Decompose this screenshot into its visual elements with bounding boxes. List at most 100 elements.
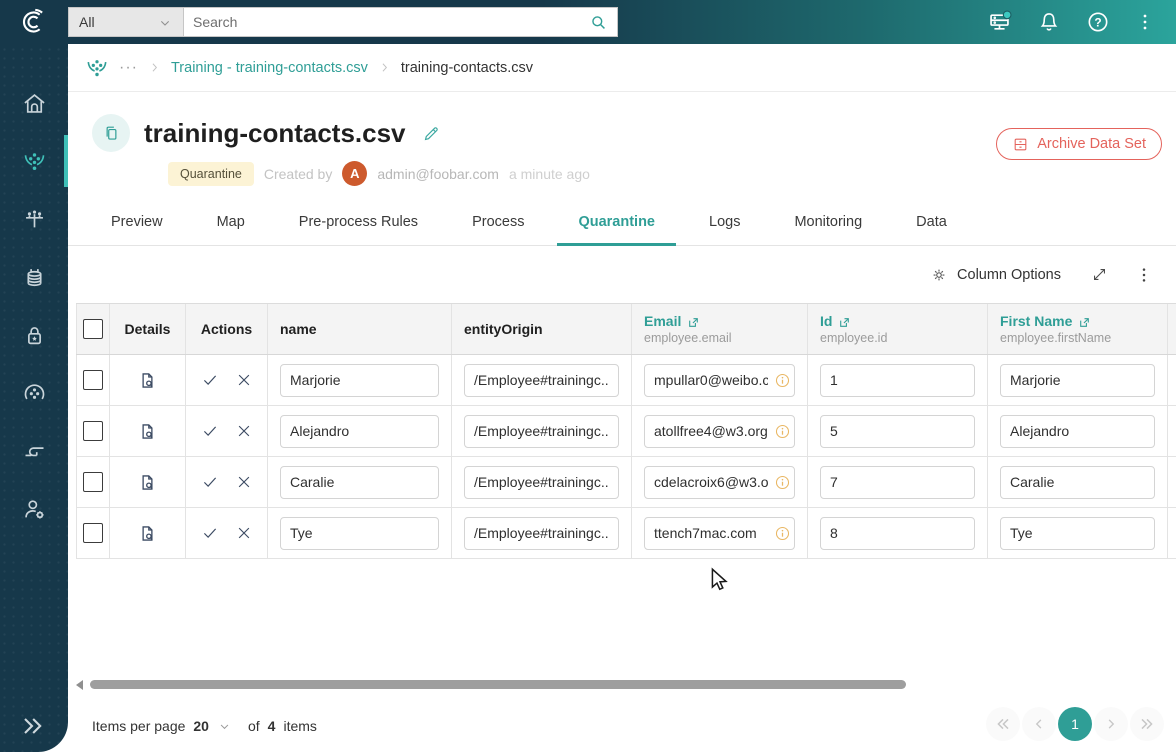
approve-row-button[interactable]	[201, 473, 219, 491]
next-page-button[interactable]	[1094, 707, 1128, 741]
expand-table-icon[interactable]	[1091, 266, 1108, 284]
created-time: a minute ago	[508, 165, 590, 182]
search-icon[interactable]	[589, 13, 608, 32]
row-checkbox[interactable]	[83, 421, 103, 441]
sidebar-expand-button[interactable]	[18, 712, 46, 740]
clusters-icon	[21, 380, 48, 407]
row-checkbox[interactable]	[83, 472, 103, 492]
row-details-button[interactable]	[137, 370, 158, 391]
last-page-button[interactable]	[1130, 707, 1164, 741]
cinchy-logo[interactable]	[0, 7, 68, 37]
search-scope-select[interactable]: All	[68, 7, 184, 37]
current-page-button[interactable]: 1	[1058, 707, 1092, 741]
column-subtitle: employee.firstName	[1000, 331, 1112, 345]
info-icon[interactable]	[774, 423, 791, 440]
created-by-label: Created by	[263, 165, 333, 182]
id-input[interactable]	[820, 516, 975, 550]
row-checkbox[interactable]	[83, 370, 103, 390]
first-page-button[interactable]	[986, 707, 1020, 741]
column-options-button[interactable]: Column Options	[930, 266, 1061, 284]
table-footer: Items per page 20 of 4 items 1	[68, 700, 1176, 752]
check-icon	[201, 371, 219, 389]
breadcrumb-parent-link[interactable]: Training - training-contacts.csv	[171, 60, 368, 76]
tab-process[interactable]: Process	[445, 198, 551, 245]
info-icon[interactable]	[774, 372, 791, 389]
entity-origin-input[interactable]	[464, 465, 619, 499]
edit-title-icon[interactable]	[422, 124, 441, 143]
email-input[interactable]	[644, 516, 795, 550]
select-all-checkbox[interactable]	[83, 319, 103, 339]
name-input[interactable]	[280, 516, 439, 550]
sidebar-item-database[interactable]	[0, 248, 68, 306]
approve-row-button[interactable]	[201, 524, 219, 542]
chevron-down-icon	[157, 13, 173, 30]
approve-row-button[interactable]	[201, 422, 219, 440]
sidebar-item-user-admin[interactable]	[0, 480, 68, 538]
x-icon	[235, 422, 253, 440]
scrollbar-thumb[interactable]	[90, 680, 906, 689]
pagination: 1	[986, 707, 1164, 741]
sidebar-item-connections[interactable]	[0, 422, 68, 480]
table-header-row: Details Actions name entityOrigin Email …	[76, 303, 1176, 355]
document-search-icon	[137, 421, 158, 442]
tab-pre-process-rules[interactable]: Pre-process Rules	[272, 198, 445, 245]
search-box[interactable]	[184, 7, 618, 37]
breadcrumb-ellipsis[interactable]: ···	[119, 59, 138, 77]
sidebar-item-data-sets[interactable]	[0, 132, 68, 190]
scroll-left-arrow[interactable]	[76, 679, 83, 690]
id-input[interactable]	[820, 465, 975, 499]
row-details-button[interactable]	[137, 523, 158, 544]
external-link-icon[interactable]	[687, 313, 700, 329]
items-label: items	[283, 718, 317, 734]
first-name-input[interactable]	[1000, 363, 1155, 397]
horizontal-scrollbar[interactable]	[76, 679, 1168, 690]
chevron-down-icon[interactable]	[217, 719, 232, 734]
row-details-button[interactable]	[137, 472, 158, 493]
reject-row-button[interactable]	[235, 422, 253, 440]
row-details-button[interactable]	[137, 421, 158, 442]
email-input[interactable]	[644, 414, 795, 448]
previous-page-button[interactable]	[1022, 707, 1056, 741]
deployments-icon[interactable]	[986, 9, 1013, 36]
name-input[interactable]	[280, 465, 439, 499]
first-name-input[interactable]	[1000, 516, 1155, 550]
overflow-menu-icon[interactable]	[1134, 11, 1156, 33]
archive-data-set-button[interactable]: Archive Data Set	[996, 128, 1162, 160]
tab-label: Logs	[709, 213, 741, 230]
sidebar-item-pipelines[interactable]	[0, 190, 68, 248]
entity-origin-input[interactable]	[464, 516, 619, 550]
tab-monitoring[interactable]: Monitoring	[767, 198, 889, 245]
sidebar-item-home[interactable]	[0, 74, 68, 132]
external-link-icon[interactable]	[1078, 313, 1091, 329]
email-input[interactable]	[644, 363, 795, 397]
tab-logs[interactable]: Logs	[682, 198, 767, 245]
row-checkbox[interactable]	[83, 523, 103, 543]
approve-row-button[interactable]	[201, 371, 219, 389]
id-input[interactable]	[820, 363, 975, 397]
external-link-icon[interactable]	[838, 313, 851, 329]
help-icon[interactable]	[1085, 9, 1111, 35]
table-menu-icon[interactable]	[1134, 265, 1154, 285]
sidebar-item-clusters[interactable]	[0, 364, 68, 422]
search-input[interactable]	[193, 14, 589, 30]
tab-preview[interactable]: Preview	[84, 198, 190, 245]
tab-data[interactable]: Data	[889, 198, 974, 245]
reject-row-button[interactable]	[235, 371, 253, 389]
name-input[interactable]	[280, 363, 439, 397]
email-input[interactable]	[644, 465, 795, 499]
tab-map[interactable]: Map	[190, 198, 272, 245]
info-icon[interactable]	[774, 525, 791, 542]
name-input[interactable]	[280, 414, 439, 448]
tab-quarantine[interactable]: Quarantine	[551, 198, 682, 246]
info-icon[interactable]	[774, 474, 791, 491]
entity-origin-input[interactable]	[464, 414, 619, 448]
page-size-value[interactable]: 20	[193, 718, 209, 734]
first-name-input[interactable]	[1000, 414, 1155, 448]
reject-row-button[interactable]	[235, 473, 253, 491]
sidebar-item-security[interactable]	[0, 306, 68, 364]
first-name-input[interactable]	[1000, 465, 1155, 499]
entity-origin-input[interactable]	[464, 363, 619, 397]
notifications-bell-icon[interactable]	[1036, 9, 1062, 35]
id-input[interactable]	[820, 414, 975, 448]
reject-row-button[interactable]	[235, 524, 253, 542]
